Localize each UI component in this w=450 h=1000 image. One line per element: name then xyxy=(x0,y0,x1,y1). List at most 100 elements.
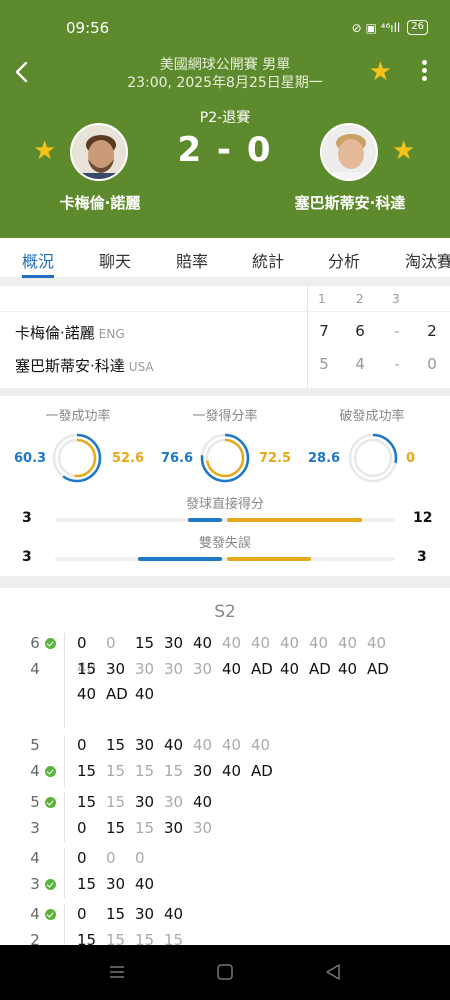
stat-title: 一發得分率 xyxy=(192,409,258,424)
point-score: 30 xyxy=(193,762,213,780)
stat-p2-value: 52.6 xyxy=(112,451,145,466)
divider xyxy=(0,576,450,588)
player2-total: 0 xyxy=(427,355,437,373)
serve-check-icon xyxy=(45,766,56,777)
set-score-table: 1 2 3 卡梅倫·諾麗 ENG 7 6 - 2 塞巴斯蒂安·科達 USA 5 4 … xyxy=(0,286,450,388)
point-score: AD xyxy=(251,660,273,678)
point-score: 30 xyxy=(135,793,155,811)
player2-avatar[interactable] xyxy=(320,123,378,181)
point-score: 15 xyxy=(77,931,97,945)
p2-game-score: 4 xyxy=(30,762,40,780)
set-label: S2 xyxy=(214,602,236,622)
point-score: 40 xyxy=(251,634,271,652)
tab-knockout[interactable]: 淘汰賽 xyxy=(405,248,450,272)
player2-set1: 5 xyxy=(319,355,329,373)
p1-points: 0 15 30 40 40 40 40 xyxy=(77,735,422,755)
stat-p2-value: 0 xyxy=(406,451,416,466)
point-score: 40 xyxy=(193,793,213,811)
player2-name[interactable]: 塞巴斯蒂安·科達 xyxy=(280,192,420,213)
player2-favorite-star-icon[interactable]: ★ xyxy=(392,137,415,165)
tab-statistics[interactable]: 統計 xyxy=(252,248,284,272)
tab-chat[interactable]: 聊天 xyxy=(99,248,131,272)
stat-title: 破發成功率 xyxy=(339,409,405,424)
player1-total: 2 xyxy=(427,322,437,340)
divider xyxy=(64,792,65,842)
point-score: 40 xyxy=(280,660,300,678)
player1-avatar[interactable] xyxy=(70,123,128,181)
point-score: 40 xyxy=(222,736,242,754)
point-score: AD xyxy=(251,762,273,780)
point-score: AD xyxy=(309,660,331,678)
player2-set3: - xyxy=(394,355,400,373)
point-score: 30 xyxy=(164,793,184,811)
point-by-point: S2 6 0 0 15 30 40 40 40 40 40 40 40 40 4 15 30 30 30 30 40 A… xyxy=(0,588,450,945)
tab-odds[interactable]: 賠率 xyxy=(176,248,208,272)
point-score: 15 xyxy=(164,931,184,945)
point-score: 0 xyxy=(77,634,87,652)
point-score: AD xyxy=(367,660,389,678)
tab-overview[interactable]: 概況 xyxy=(22,248,54,272)
stat-title: 一發成功率 xyxy=(45,409,111,424)
first-serve-won-ring xyxy=(200,433,250,483)
divider xyxy=(64,904,65,945)
point-score: 0 xyxy=(77,819,87,837)
p2-points: 15 30 30 30 30 40 AD 40 AD 40 AD 40 AD 40 xyxy=(77,659,422,704)
p1-game-score: 5 xyxy=(30,793,40,811)
more-menu-icon[interactable] xyxy=(422,60,428,84)
system-nav-bar xyxy=(0,945,450,1000)
aces-bar xyxy=(55,518,395,522)
point-score: 0 xyxy=(106,849,116,867)
p1-points: 15 15 30 30 40 xyxy=(77,792,422,812)
point-score: 15 xyxy=(77,793,97,811)
point-score: 15 xyxy=(106,736,126,754)
point-score: 30 xyxy=(193,819,213,837)
stat-p1-value: 28.6 xyxy=(308,451,341,466)
player1-set1: 7 xyxy=(319,322,329,340)
aces-p1-fill xyxy=(188,518,222,522)
p2-game-score: 2 xyxy=(30,931,40,945)
player1-favorite-star-icon[interactable]: ★ xyxy=(33,137,56,165)
clock: 09:56 xyxy=(66,19,110,37)
point-score: 40 xyxy=(135,685,155,703)
divider xyxy=(64,633,65,728)
double-faults-bar xyxy=(55,557,395,561)
p2-game-score: 3 xyxy=(30,819,40,837)
point-score: 0 xyxy=(77,905,87,923)
point-score: 15 xyxy=(164,762,184,780)
serve-check-icon xyxy=(45,638,56,649)
point-score: 15 xyxy=(106,905,126,923)
point-score: 40 xyxy=(280,634,300,652)
player1-name[interactable]: 卡梅倫·諾麗 xyxy=(40,192,160,213)
aces-p2: 12 xyxy=(413,510,433,526)
serve-check-icon xyxy=(45,797,56,808)
point-score: 40 xyxy=(367,634,387,652)
point-score: 15 xyxy=(135,819,155,837)
double-faults-p2: 3 xyxy=(417,549,427,565)
set-header-3: 3 xyxy=(392,292,400,306)
status-bar: 09:56 ⊘ ▣ ⁴⁶ıll 26 xyxy=(0,0,450,52)
p2-points: 0 15 15 30 30 xyxy=(77,818,422,838)
player1-set2: 6 xyxy=(355,322,365,340)
serve-check-icon xyxy=(45,879,56,890)
divider xyxy=(0,278,450,286)
menu-icon[interactable] xyxy=(108,963,126,981)
favorite-star-icon[interactable]: ★ xyxy=(369,58,392,86)
player1-set3: - xyxy=(394,322,400,340)
home-icon[interactable] xyxy=(216,963,234,981)
point-score: 15 xyxy=(77,875,97,893)
divider xyxy=(307,286,308,388)
stat-p2-value: 72.5 xyxy=(259,451,292,466)
point-score: 40 xyxy=(222,762,242,780)
tab-analysis[interactable]: 分析 xyxy=(328,248,360,272)
status-icons: ⊘ ▣ ⁴⁶ıll 26 xyxy=(352,20,428,35)
point-score: 40 xyxy=(222,634,242,652)
point-score: 40 xyxy=(193,634,213,652)
point-score: 15 xyxy=(106,819,126,837)
back-icon[interactable] xyxy=(324,963,342,981)
set-header-2: 2 xyxy=(356,292,364,306)
signal-icons: ⊘ ▣ ⁴⁶ıll xyxy=(351,20,401,35)
point-score: 40 xyxy=(222,660,242,678)
aces-p2-fill xyxy=(227,518,362,522)
point-score: 30 xyxy=(164,634,184,652)
set-header-1: 1 xyxy=(318,292,326,306)
